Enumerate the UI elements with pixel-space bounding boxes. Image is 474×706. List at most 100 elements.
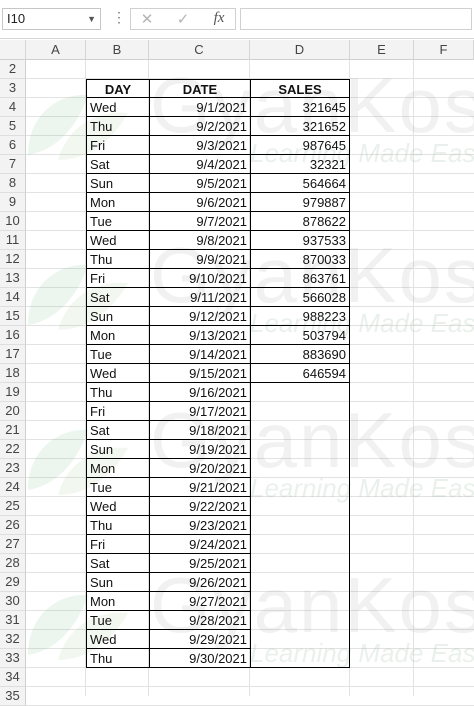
date-cell[interactable]: 9/30/2021 — [149, 649, 250, 668]
date-cell[interactable]: 9/5/2021 — [149, 174, 250, 193]
row-header[interactable]: 35 — [0, 687, 26, 706]
day-cell[interactable]: Wed — [86, 364, 149, 383]
sales-cell[interactable]: 503794 — [250, 326, 350, 345]
row-header[interactable]: 19 — [0, 383, 26, 402]
date-cell[interactable]: 9/27/2021 — [149, 592, 250, 611]
day-cell[interactable]: Tue — [86, 611, 149, 630]
column-header-f[interactable]: F — [414, 40, 474, 60]
row-header[interactable]: 5 — [0, 117, 26, 136]
day-cell[interactable]: Sat — [86, 155, 149, 174]
row-header[interactable]: 28 — [0, 554, 26, 573]
date-cell[interactable]: 9/1/2021 — [149, 98, 250, 117]
row-header[interactable]: 13 — [0, 269, 26, 288]
day-cell[interactable]: Mon — [86, 592, 149, 611]
name-box[interactable]: I10 ▼ — [2, 8, 101, 30]
sales-cell[interactable]: 988223 — [250, 307, 350, 326]
sales-cell[interactable]: 564664 — [250, 174, 350, 193]
row-header[interactable]: 16 — [0, 326, 26, 345]
row-header[interactable]: 24 — [0, 478, 26, 497]
row-header[interactable]: 6 — [0, 136, 26, 155]
date-cell[interactable]: 9/24/2021 — [149, 535, 250, 554]
more-options-icon[interactable]: ⋮ — [112, 9, 126, 26]
table-header-cell[interactable]: DAY — [86, 79, 149, 98]
date-cell[interactable]: 9/8/2021 — [149, 231, 250, 250]
day-cell[interactable]: Fri — [86, 402, 149, 421]
sales-cell[interactable]: 870033 — [250, 250, 350, 269]
row-header[interactable]: 20 — [0, 402, 26, 421]
sales-cell[interactable]: 878622 — [250, 212, 350, 231]
sales-cell[interactable] — [250, 478, 350, 497]
day-cell[interactable]: Thu — [86, 649, 149, 668]
sales-cell[interactable]: 32321 — [250, 155, 350, 174]
day-cell[interactable]: Sun — [86, 307, 149, 326]
day-cell[interactable]: Mon — [86, 326, 149, 345]
sales-cell[interactable]: 863761 — [250, 269, 350, 288]
day-cell[interactable]: Wed — [86, 98, 149, 117]
sales-cell[interactable]: 987645 — [250, 136, 350, 155]
row-header[interactable]: 15 — [0, 307, 26, 326]
formula-input[interactable] — [240, 8, 472, 30]
row-header[interactable]: 33 — [0, 649, 26, 668]
row-header[interactable]: 8 — [0, 174, 26, 193]
sales-cell[interactable] — [250, 459, 350, 478]
date-cell[interactable]: 9/6/2021 — [149, 193, 250, 212]
day-cell[interactable]: Mon — [86, 193, 149, 212]
sales-cell[interactable] — [250, 497, 350, 516]
day-cell[interactable]: Tue — [86, 345, 149, 364]
day-cell[interactable]: Fri — [86, 136, 149, 155]
sales-cell[interactable] — [250, 630, 350, 649]
day-cell[interactable]: Thu — [86, 117, 149, 136]
column-header-e[interactable]: E — [350, 40, 414, 60]
date-cell[interactable]: 9/2/2021 — [149, 117, 250, 136]
row-header[interactable]: 11 — [0, 231, 26, 250]
table-header-cell[interactable]: DATE — [149, 79, 250, 98]
sales-cell[interactable] — [250, 592, 350, 611]
day-cell[interactable]: Fri — [86, 269, 149, 288]
date-cell[interactable]: 9/15/2021 — [149, 364, 250, 383]
date-cell[interactable]: 9/17/2021 — [149, 402, 250, 421]
day-cell[interactable]: Thu — [86, 383, 149, 402]
sales-cell[interactable] — [250, 573, 350, 592]
date-cell[interactable]: 9/7/2021 — [149, 212, 250, 231]
date-cell[interactable]: 9/29/2021 — [149, 630, 250, 649]
day-cell[interactable]: Sat — [86, 288, 149, 307]
sales-cell[interactable] — [250, 440, 350, 459]
sales-cell[interactable] — [250, 402, 350, 421]
select-all-corner[interactable] — [0, 40, 26, 60]
row-header[interactable]: 34 — [0, 668, 26, 687]
row-header[interactable]: 7 — [0, 155, 26, 174]
row-header[interactable]: 31 — [0, 611, 26, 630]
date-cell[interactable]: 9/23/2021 — [149, 516, 250, 535]
sales-cell[interactable] — [250, 516, 350, 535]
sales-cell[interactable]: 321645 — [250, 98, 350, 117]
date-cell[interactable]: 9/14/2021 — [149, 345, 250, 364]
date-cell[interactable]: 9/4/2021 — [149, 155, 250, 174]
date-cell[interactable]: 9/18/2021 — [149, 421, 250, 440]
row-header[interactable]: 32 — [0, 630, 26, 649]
date-cell[interactable]: 9/13/2021 — [149, 326, 250, 345]
date-cell[interactable]: 9/21/2021 — [149, 478, 250, 497]
day-cell[interactable]: Sun — [86, 573, 149, 592]
day-cell[interactable]: Tue — [86, 478, 149, 497]
chevron-down-icon[interactable]: ▼ — [87, 9, 96, 29]
sales-cell[interactable]: 321652 — [250, 117, 350, 136]
row-header[interactable]: 12 — [0, 250, 26, 269]
enter-check-icon[interactable]: ✓ — [171, 10, 195, 28]
row-header[interactable]: 10 — [0, 212, 26, 231]
row-header[interactable]: 21 — [0, 421, 26, 440]
day-cell[interactable]: Thu — [86, 516, 149, 535]
sales-cell[interactable]: 937533 — [250, 231, 350, 250]
day-cell[interactable]: Wed — [86, 630, 149, 649]
sales-cell[interactable] — [250, 383, 350, 402]
column-header-b[interactable]: B — [86, 40, 149, 60]
day-cell[interactable]: Sat — [86, 554, 149, 573]
day-cell[interactable]: Wed — [86, 231, 149, 250]
date-cell[interactable]: 9/3/2021 — [149, 136, 250, 155]
row-header[interactable]: 26 — [0, 516, 26, 535]
sales-cell[interactable] — [250, 421, 350, 440]
date-cell[interactable]: 9/26/2021 — [149, 573, 250, 592]
sales-cell[interactable]: 883690 — [250, 345, 350, 364]
date-cell[interactable]: 9/19/2021 — [149, 440, 250, 459]
row-header[interactable]: 2 — [0, 60, 26, 79]
row-header[interactable]: 17 — [0, 345, 26, 364]
